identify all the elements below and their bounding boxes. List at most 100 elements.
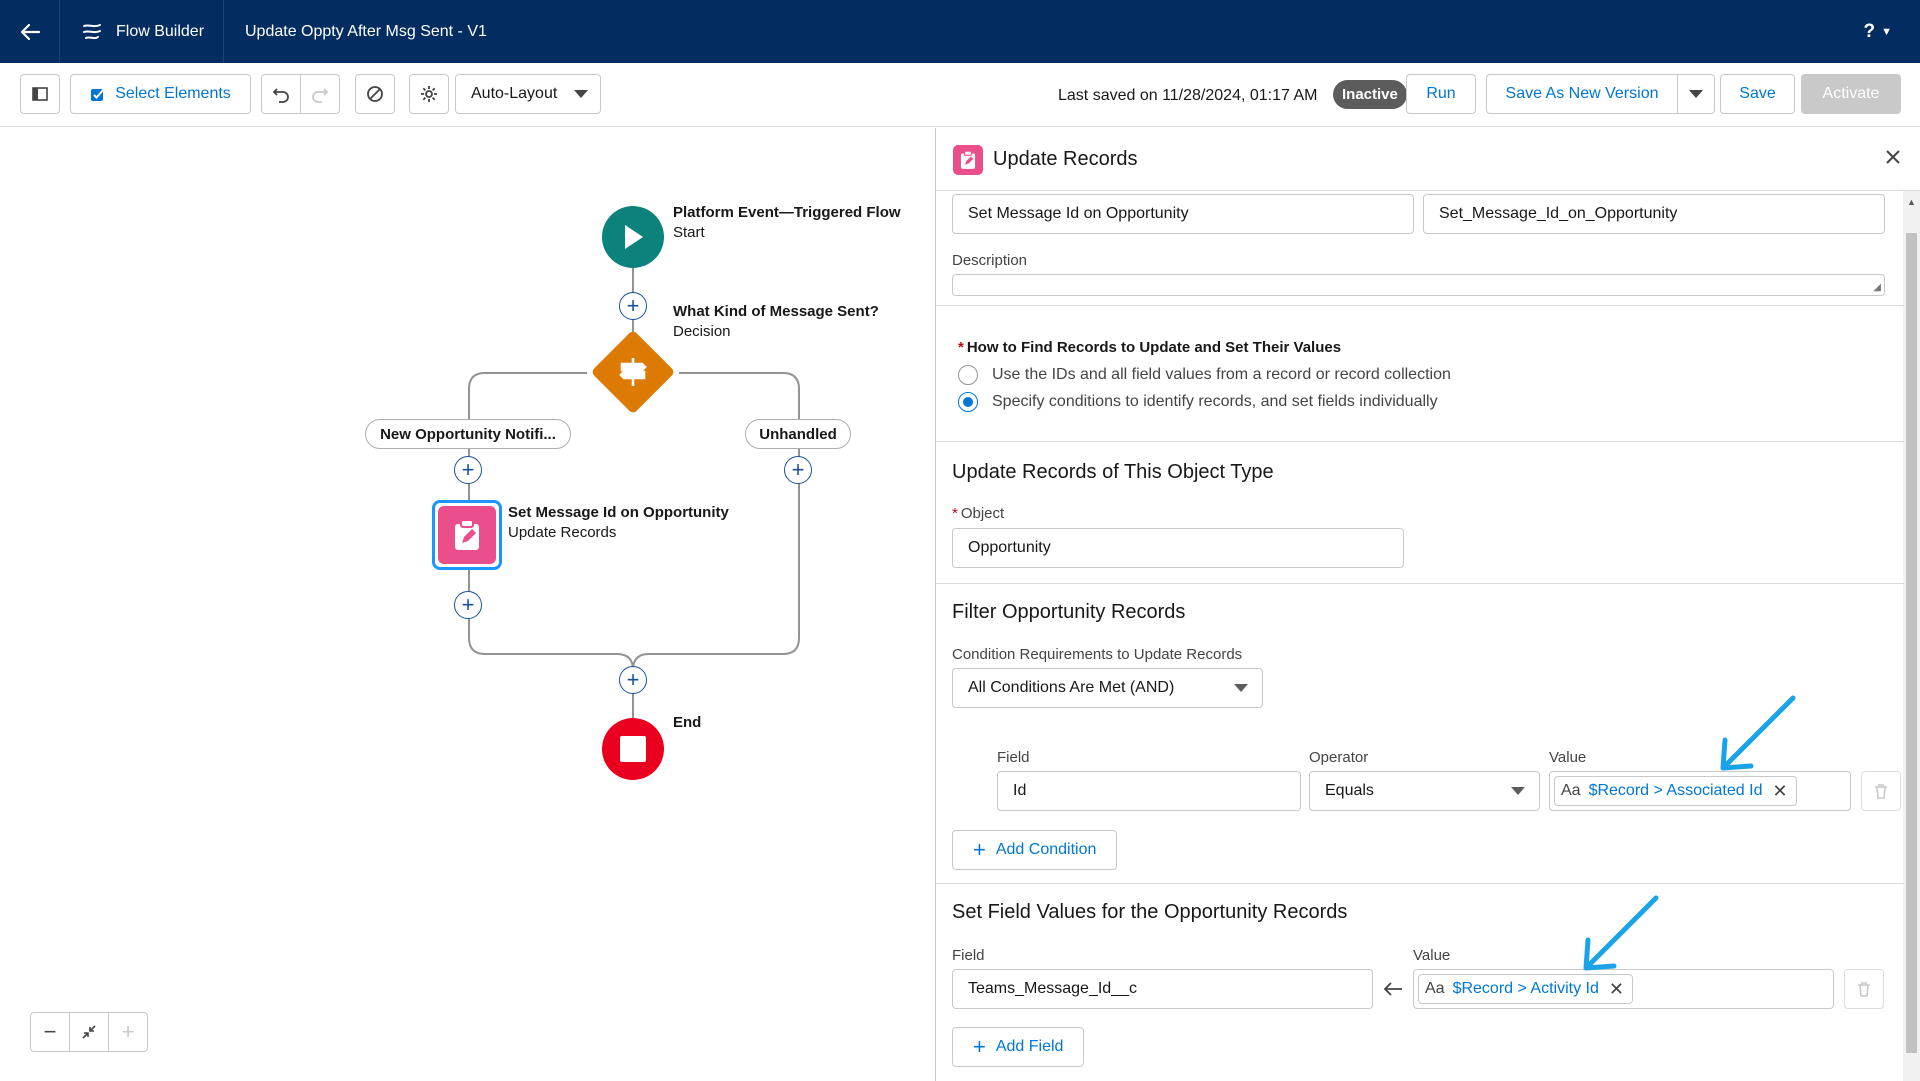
set-value-label: Value: [1413, 947, 1451, 964]
option-specify-conditions[interactable]: Specify conditions to identify records, …: [958, 392, 1438, 412]
save-as-new-version-button[interactable]: Save As New Version: [1486, 74, 1678, 114]
how-to-find-text: How to Find Records to Update and Set Th…: [966, 339, 1342, 356]
required-indicator: *: [958, 339, 964, 356]
panel-scrollbar[interactable]: ▲: [1903, 191, 1920, 1081]
add-element-button[interactable]: +: [784, 456, 812, 484]
annotation-arrow: [1583, 895, 1659, 971]
fit-view-button[interactable]: [70, 1013, 109, 1051]
play-icon: [625, 225, 643, 249]
global-header: Flow Builder Update Oppty After Msg Sent…: [0, 0, 1920, 63]
activate-button[interactable]: Activate: [1801, 74, 1901, 114]
delete-field-button[interactable]: [1844, 969, 1884, 1009]
redo-button[interactable]: [300, 74, 340, 114]
option-specify-conditions-label: Specify conditions to identify records, …: [992, 393, 1438, 410]
debug-button[interactable]: [355, 74, 395, 114]
arrow-left-icon: [20, 23, 40, 40]
decision-node-subtitle: Decision: [673, 323, 731, 340]
layout-mode-select[interactable]: Auto-Layout: [455, 74, 601, 114]
delete-condition-button[interactable]: [1861, 771, 1901, 811]
set-field-label: Field: [952, 947, 985, 964]
clipboard-edit-icon: [960, 150, 976, 169]
required-indicator: *: [952, 505, 958, 522]
option-use-ids[interactable]: Use the IDs and all field values from a …: [958, 365, 1451, 385]
start-node[interactable]: [602, 206, 664, 268]
layout-mode-value: Auto-Layout: [471, 85, 558, 102]
arrow-left-icon: [1383, 982, 1402, 996]
update-records-node[interactable]: [432, 500, 502, 570]
zoom-in-button[interactable]: +: [109, 1013, 147, 1051]
condition-operator-value: Equals: [1325, 782, 1374, 799]
add-field-label: Add Field: [995, 1038, 1064, 1055]
how-to-find-label: * How to Find Records to Update and Set T…: [958, 339, 1341, 356]
status-badge: Inactive: [1333, 80, 1407, 109]
zoom-out-button[interactable]: −: [31, 1013, 70, 1051]
divider: [936, 583, 1904, 584]
divider: [936, 883, 1904, 884]
condition-req-value: All Conditions Are Met (AND): [968, 679, 1175, 696]
add-element-button[interactable]: +: [619, 666, 647, 694]
start-node-title: Platform Event—Triggered Flow: [673, 204, 901, 221]
condition-req-label: Condition Requirements to Update Records: [952, 646, 1243, 663]
add-element-button[interactable]: +: [454, 591, 482, 619]
help-icon: ?: [1863, 20, 1876, 42]
settings-button[interactable]: [409, 74, 449, 114]
api-name-input[interactable]: Set_Message_Id_on_Opportunity: [1423, 194, 1885, 234]
decision-node-title: What Kind of Message Sent?: [673, 303, 879, 320]
text-type-icon: Aa: [1425, 980, 1445, 997]
flow-canvas[interactable]: Platform Event—Triggered Flow Start + Wh…: [0, 128, 935, 1081]
add-element-button[interactable]: +: [619, 292, 647, 320]
close-panel-button[interactable]: [1885, 145, 1901, 171]
save-options-button[interactable]: [1677, 74, 1715, 114]
object-label: * Object: [952, 505, 1004, 522]
condition-field-label: Field: [997, 749, 1030, 766]
sidebar-icon: [32, 87, 48, 101]
run-button[interactable]: Run: [1406, 74, 1476, 114]
close-icon: [1886, 150, 1900, 164]
trash-icon: [1858, 982, 1870, 997]
condition-value-input[interactable]: Aa $Record > Associated Id ✕: [1549, 771, 1851, 811]
radio-button[interactable]: [958, 365, 978, 385]
branch-label-new-opportunity[interactable]: New Opportunity Notifi...: [365, 419, 571, 449]
radio-button-selected[interactable]: [958, 392, 978, 412]
zoom-controls: − +: [30, 1012, 148, 1052]
condition-req-select[interactable]: All Conditions Are Met (AND): [952, 668, 1263, 708]
help-menu[interactable]: ? ▼: [1864, 0, 1893, 63]
scroll-thumb[interactable]: [1906, 233, 1917, 1053]
undo-button[interactable]: [261, 74, 301, 114]
condition-operator-select[interactable]: Equals: [1309, 771, 1540, 811]
remove-token-icon[interactable]: ✕: [1772, 781, 1787, 802]
chevron-down-icon: [1511, 787, 1525, 795]
end-node-title: End: [673, 714, 702, 731]
properties-panel: Update Records ▲ Set Message Id on Oppor…: [935, 128, 1920, 1081]
object-input[interactable]: Opportunity: [952, 528, 1404, 568]
add-field-button[interactable]: + Add Field: [952, 1027, 1085, 1067]
back-button[interactable]: [0, 0, 60, 63]
update-node-subtitle: Update Records: [508, 524, 617, 541]
set-values-section-title: Set Field Values for the Opportunity Rec…: [952, 901, 1348, 923]
condition-value-label: Value: [1549, 749, 1587, 766]
chevron-down-icon: ▼: [1881, 25, 1892, 38]
collapse-icon: [82, 1025, 96, 1039]
redo-icon: [312, 88, 329, 103]
flow-name: Update Oppty After Msg Sent - V1: [245, 22, 487, 40]
select-elements-button[interactable]: Select Elements: [70, 74, 251, 114]
condition-value-token[interactable]: Aa $Record > Associated Id ✕: [1554, 776, 1797, 806]
checkbox-select-icon: [91, 88, 105, 101]
remove-token-icon[interactable]: ✕: [1609, 979, 1624, 1000]
description-textarea[interactable]: ◢: [952, 274, 1885, 296]
chevron-down-icon: [1234, 684, 1248, 692]
end-node[interactable]: [602, 718, 664, 780]
set-value-token-text: $Record > Activity Id: [1452, 980, 1599, 997]
chevron-down-icon: [1689, 90, 1703, 98]
condition-field-input[interactable]: Id: [997, 771, 1301, 811]
label-input[interactable]: Set Message Id on Opportunity: [952, 194, 1414, 234]
save-button[interactable]: Save: [1720, 74, 1795, 114]
add-element-button[interactable]: +: [454, 456, 482, 484]
branch-label-unhandled[interactable]: Unhandled: [745, 419, 851, 449]
option-use-ids-label: Use the IDs and all field values from a …: [992, 366, 1451, 383]
set-field-input[interactable]: Teams_Message_Id__c: [952, 969, 1373, 1009]
update-records-icon: [953, 145, 983, 175]
add-condition-button[interactable]: + Add Condition: [952, 830, 1118, 870]
scroll-up-icon[interactable]: ▲: [1907, 197, 1916, 207]
toggle-panel-button[interactable]: [20, 74, 60, 114]
